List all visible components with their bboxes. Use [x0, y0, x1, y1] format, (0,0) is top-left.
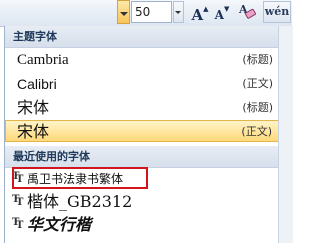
- font-size-dropdown-button[interactable]: [173, 1, 184, 23]
- font-item-name: Cambria: [17, 52, 69, 68]
- font-item-name: 宋体: [17, 122, 50, 141]
- theme-font-item-calibri[interactable]: Calibri (正文): [5, 73, 279, 95]
- font-item-tag: (标题): [242, 101, 273, 114]
- theme-font-item-songti-body[interactable]: 宋体 (正文): [5, 120, 279, 142]
- font-dropdown-arrow[interactable]: [117, 0, 130, 24]
- theme-font-item-songti-heading[interactable]: 宋体 (标题): [5, 97, 279, 119]
- grow-arrow-icon: ▲: [203, 4, 209, 13]
- shrink-font-label: A: [214, 8, 224, 22]
- shrink-font-button[interactable]: A▼: [211, 1, 233, 23]
- grow-font-button[interactable]: A▲: [189, 1, 211, 24]
- font-item-name: 宋体: [17, 98, 50, 117]
- clear-formatting-button[interactable]: A: [236, 1, 258, 23]
- theme-fonts-header: 主题字体: [5, 26, 279, 48]
- shrink-arrow-icon: ▼: [223, 4, 230, 13]
- eraser-icon: A: [238, 3, 256, 19]
- recent-font-item-kaiti[interactable]: TT 楷体_GB2312: [5, 191, 279, 213]
- truetype-icon: TT: [12, 217, 24, 231]
- font-item-tag: (正文): [242, 77, 273, 90]
- font-item-name: 华文行楷: [27, 215, 92, 234]
- phonetic-guide-button[interactable]: wén: [263, 1, 291, 23]
- recent-font-item-huawen[interactable]: TT 华文行楷: [5, 214, 279, 236]
- font-toolbar: 50 A▲ A▼ A wén: [0, 0, 292, 27]
- font-dropdown-panel: 主题字体 Cambria (标题) Calibri (正文) 宋体 (标题) 宋…: [4, 26, 279, 243]
- font-item-name: Calibri: [17, 76, 57, 92]
- font-item-name: 楷体_GB2312: [27, 192, 133, 211]
- theme-font-item-cambria[interactable]: Cambria (标题): [5, 49, 279, 71]
- truetype-icon: TT: [12, 194, 24, 208]
- chevron-down-icon: [120, 12, 128, 16]
- chevron-down-icon: [175, 11, 181, 14]
- grow-font-label: A: [191, 6, 204, 24]
- red-highlight-box: [12, 167, 148, 189]
- font-size-input[interactable]: 50: [131, 1, 172, 23]
- font-item-tag: (标题): [242, 53, 273, 66]
- recent-fonts-header: 最近使用的字体: [5, 146, 279, 168]
- font-item-tag: (正文): [241, 125, 272, 138]
- panel-scrollbar[interactable]: [278, 26, 293, 243]
